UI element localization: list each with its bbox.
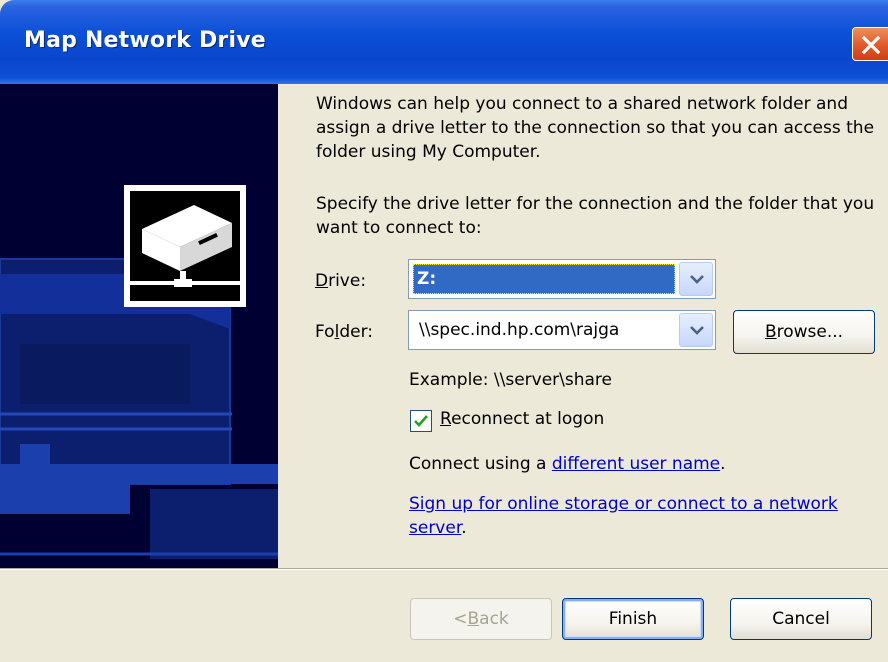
back-prefix: < xyxy=(453,609,468,629)
instruction-paragraph: Specify the drive letter for the connect… xyxy=(316,194,875,238)
network-drive-art xyxy=(0,84,278,568)
reconnect-label-text: econnect at logon xyxy=(451,409,605,429)
reconnect-label-accel: R xyxy=(440,409,452,429)
folder-combo[interactable]: \\spec.ind.hp.com\rajga xyxy=(408,310,716,350)
chevron-down-icon xyxy=(690,326,704,335)
back-button[interactable]: < Back xyxy=(410,598,552,640)
network-drive-icon xyxy=(124,185,246,307)
close-icon xyxy=(861,35,881,55)
folder-dropdown-button[interactable] xyxy=(679,313,713,347)
reconnect-label[interactable]: Reconnect at logon xyxy=(440,409,604,429)
chevron-down-icon xyxy=(690,275,704,284)
drive-select[interactable]: Z: xyxy=(408,259,716,299)
back-label: ack xyxy=(479,609,509,629)
drive-label: Drive: xyxy=(315,271,366,291)
browse-label: rowse... xyxy=(776,322,844,342)
online-storage-link[interactable]: Sign up for online storage or connect to… xyxy=(409,494,838,538)
cancel-button[interactable]: Cancel xyxy=(730,598,872,640)
finish-button[interactable]: Finish xyxy=(562,598,704,640)
drive-dropdown-button[interactable] xyxy=(679,262,713,296)
back-accel: B xyxy=(467,609,480,629)
footer-separator xyxy=(0,568,888,570)
intro-paragraph: Windows can help you connect to a shared… xyxy=(316,94,875,162)
window-title: Map Network Drive xyxy=(24,28,266,53)
example-text: Example: \\server\share xyxy=(409,370,613,390)
drive-label-accel: D xyxy=(315,271,329,291)
folder-label: Folder: xyxy=(315,322,373,342)
browse-button[interactable]: Browse... xyxy=(733,310,875,354)
connect-using-text: Connect using a different user name. xyxy=(409,454,726,474)
folder-label-post: der: xyxy=(339,322,373,342)
folder-label-pre: Fo xyxy=(315,322,335,342)
drive-label-post: rive: xyxy=(328,271,367,291)
signup-text: Sign up for online storage or connect to… xyxy=(409,492,869,540)
connect-using-prefix: Connect using a xyxy=(409,454,552,474)
folder-input[interactable]: \\spec.ind.hp.com\rajga xyxy=(415,315,623,345)
title-bar: Map Network Drive xyxy=(0,0,888,84)
browse-accel: B xyxy=(764,322,777,342)
connect-using-suffix: . xyxy=(720,454,726,474)
signup-suffix: . xyxy=(461,518,467,538)
reconnect-checkbox[interactable] xyxy=(410,410,432,432)
wizard-art-panel xyxy=(0,84,278,568)
checkmark-icon xyxy=(414,415,428,427)
wizard-content: Windows can help you connect to a shared… xyxy=(278,84,888,568)
close-button[interactable] xyxy=(852,27,888,61)
drive-select-value: Z: xyxy=(413,264,675,294)
different-user-link[interactable]: different user name xyxy=(552,454,720,474)
